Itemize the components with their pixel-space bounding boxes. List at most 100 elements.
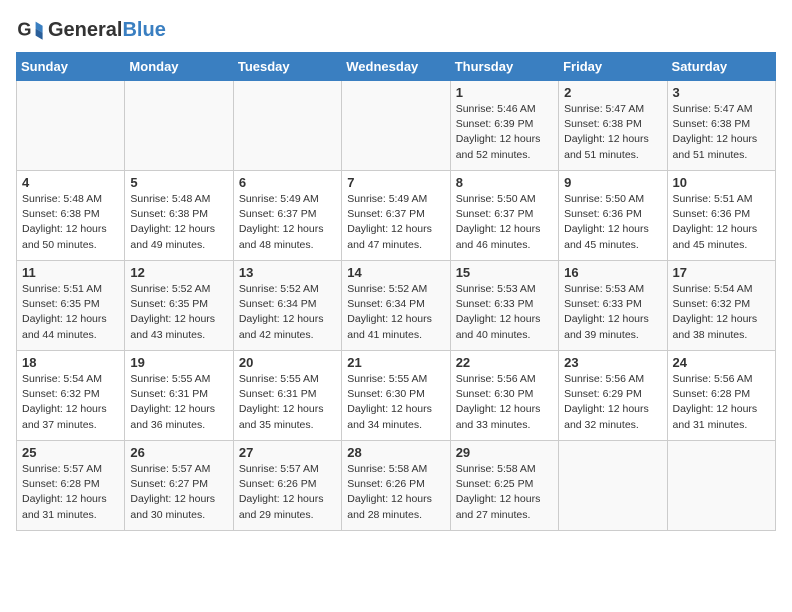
day-info: Sunrise: 5:50 AM Sunset: 6:36 PM Dayligh… [564, 192, 661, 253]
calendar-cell: 24 Sunrise: 5:56 AM Sunset: 6:28 PM Dayli… [667, 351, 775, 441]
day-number: 8 [456, 175, 553, 190]
header-monday: Monday [125, 53, 233, 81]
svg-text:G: G [17, 20, 31, 40]
calendar-cell: 20 Sunrise: 5:55 AM Sunset: 6:31 PM Dayli… [233, 351, 341, 441]
logo-icon: G [16, 16, 44, 44]
header-wednesday: Wednesday [342, 53, 450, 81]
header-thursday: Thursday [450, 53, 558, 81]
calendar-cell: 3 Sunrise: 5:47 AM Sunset: 6:38 PM Daylig… [667, 81, 775, 171]
logo: G GeneralBlue [16, 16, 166, 44]
day-number: 25 [22, 445, 119, 460]
week-row-3: 11Sunrise: 5:51 AM Sunset: 6:35 PM Dayli… [17, 261, 776, 351]
day-number: 1 [456, 85, 553, 100]
calendar-cell: 21Sunrise: 5:55 AM Sunset: 6:30 PM Dayli… [342, 351, 450, 441]
calendar-cell: 5 Sunrise: 5:48 AM Sunset: 6:38 PM Daylig… [125, 171, 233, 261]
day-number: 18 [22, 355, 119, 370]
calendar-cell: 15 Sunrise: 5:53 AM Sunset: 6:33 PM Dayli… [450, 261, 558, 351]
day-info: Sunrise: 5:47 AM Sunset: 6:38 PM Dayligh… [564, 102, 661, 163]
calendar-cell [233, 81, 341, 171]
day-info: Sunrise: 5:48 AM Sunset: 6:38 PM Dayligh… [130, 192, 227, 253]
calendar-cell: 13Sunrise: 5:52 AM Sunset: 6:34 PM Dayli… [233, 261, 341, 351]
day-info: Sunrise: 5:56 AM Sunset: 6:30 PM Dayligh… [456, 372, 553, 433]
calendar-table: SundayMondayTuesdayWednesdayThursdayFrid… [16, 52, 776, 531]
day-info: Sunrise: 5:50 AM Sunset: 6:37 PM Dayligh… [456, 192, 553, 253]
calendar-cell: 9 Sunrise: 5:50 AM Sunset: 6:36 PM Daylig… [559, 171, 667, 261]
calendar-cell: 16 Sunrise: 5:53 AM Sunset: 6:33 PM Dayli… [559, 261, 667, 351]
calendar-cell: 29Sunrise: 5:58 AM Sunset: 6:25 PM Dayli… [450, 441, 558, 531]
day-number: 16 [564, 265, 661, 280]
calendar-cell: 11Sunrise: 5:51 AM Sunset: 6:35 PM Dayli… [17, 261, 125, 351]
day-number: 23 [564, 355, 661, 370]
calendar-cell: 2Sunrise: 5:47 AM Sunset: 6:38 PM Daylig… [559, 81, 667, 171]
day-number: 3 [673, 85, 770, 100]
day-info: Sunrise: 5:46 AM Sunset: 6:39 PM Dayligh… [456, 102, 553, 163]
day-info: Sunrise: 5:56 AM Sunset: 6:29 PM Dayligh… [564, 372, 661, 433]
calendar-cell: 1 Sunrise: 5:46 AM Sunset: 6:39 PM Daylig… [450, 81, 558, 171]
day-number: 15 [456, 265, 553, 280]
day-number: 9 [564, 175, 661, 190]
day-info: Sunrise: 5:55 AM Sunset: 6:31 PM Dayligh… [239, 372, 336, 433]
calendar-cell: 6Sunrise: 5:49 AM Sunset: 6:37 PM Daylig… [233, 171, 341, 261]
calendar-cell: 19Sunrise: 5:55 AM Sunset: 6:31 PM Dayli… [125, 351, 233, 441]
calendar-cell [17, 81, 125, 171]
week-row-5: 25 Sunrise: 5:57 AM Sunset: 6:28 PM Dayli… [17, 441, 776, 531]
day-info: Sunrise: 5:55 AM Sunset: 6:31 PM Dayligh… [130, 372, 227, 433]
day-number: 24 [673, 355, 770, 370]
day-number: 12 [130, 265, 227, 280]
day-number: 20 [239, 355, 336, 370]
calendar-cell [667, 441, 775, 531]
calendar-cell: 26 Sunrise: 5:57 AM Sunset: 6:27 PM Dayli… [125, 441, 233, 531]
day-info: Sunrise: 5:57 AM Sunset: 6:26 PM Dayligh… [239, 462, 336, 523]
day-info: Sunrise: 5:51 AM Sunset: 6:36 PM Dayligh… [673, 192, 770, 253]
day-number: 14 [347, 265, 444, 280]
calendar-cell: 14 Sunrise: 5:52 AM Sunset: 6:34 PM Dayli… [342, 261, 450, 351]
day-info: Sunrise: 5:55 AM Sunset: 6:30 PM Dayligh… [347, 372, 444, 433]
header: G GeneralBlue [16, 16, 776, 44]
day-number: 10 [673, 175, 770, 190]
calendar-cell: 27 Sunrise: 5:57 AM Sunset: 6:26 PM Dayli… [233, 441, 341, 531]
day-number: 5 [130, 175, 227, 190]
day-info: Sunrise: 5:52 AM Sunset: 6:34 PM Dayligh… [239, 282, 336, 343]
day-info: Sunrise: 5:54 AM Sunset: 6:32 PM Dayligh… [673, 282, 770, 343]
header-saturday: Saturday [667, 53, 775, 81]
day-info: Sunrise: 5:49 AM Sunset: 6:37 PM Dayligh… [347, 192, 444, 253]
day-info: Sunrise: 5:49 AM Sunset: 6:37 PM Dayligh… [239, 192, 336, 253]
logo-blue: Blue [122, 19, 165, 41]
calendar-cell [559, 441, 667, 531]
calendar-cell: 12 Sunrise: 5:52 AM Sunset: 6:35 PM Dayli… [125, 261, 233, 351]
day-info: Sunrise: 5:52 AM Sunset: 6:35 PM Dayligh… [130, 282, 227, 343]
day-info: Sunrise: 5:57 AM Sunset: 6:27 PM Dayligh… [130, 462, 227, 523]
day-info: Sunrise: 5:48 AM Sunset: 6:38 PM Dayligh… [22, 192, 119, 253]
day-number: 28 [347, 445, 444, 460]
calendar-cell: 4 Sunrise: 5:48 AM Sunset: 6:38 PM Daylig… [17, 171, 125, 261]
calendar-cell: 25 Sunrise: 5:57 AM Sunset: 6:28 PM Dayli… [17, 441, 125, 531]
header-sunday: Sunday [17, 53, 125, 81]
day-number: 27 [239, 445, 336, 460]
header-tuesday: Tuesday [233, 53, 341, 81]
day-info: Sunrise: 5:53 AM Sunset: 6:33 PM Dayligh… [564, 282, 661, 343]
calendar-cell: 18 Sunrise: 5:54 AM Sunset: 6:32 PM Dayli… [17, 351, 125, 441]
day-info: Sunrise: 5:56 AM Sunset: 6:28 PM Dayligh… [673, 372, 770, 433]
calendar-cell [342, 81, 450, 171]
day-number: 26 [130, 445, 227, 460]
day-info: Sunrise: 5:47 AM Sunset: 6:38 PM Dayligh… [673, 102, 770, 163]
calendar-cell: 8 Sunrise: 5:50 AM Sunset: 6:37 PM Daylig… [450, 171, 558, 261]
day-info: Sunrise: 5:57 AM Sunset: 6:28 PM Dayligh… [22, 462, 119, 523]
day-number: 4 [22, 175, 119, 190]
calendar-cell: 22 Sunrise: 5:56 AM Sunset: 6:30 PM Dayli… [450, 351, 558, 441]
day-number: 7 [347, 175, 444, 190]
calendar-cell: 17Sunrise: 5:54 AM Sunset: 6:32 PM Dayli… [667, 261, 775, 351]
day-number: 22 [456, 355, 553, 370]
day-number: 29 [456, 445, 553, 460]
calendar-cell: 10 Sunrise: 5:51 AM Sunset: 6:36 PM Dayli… [667, 171, 775, 261]
day-info: Sunrise: 5:53 AM Sunset: 6:33 PM Dayligh… [456, 282, 553, 343]
week-row-2: 4 Sunrise: 5:48 AM Sunset: 6:38 PM Daylig… [17, 171, 776, 261]
calendar-cell: 28 Sunrise: 5:58 AM Sunset: 6:26 PM Dayli… [342, 441, 450, 531]
calendar-cell: 23 Sunrise: 5:56 AM Sunset: 6:29 PM Dayli… [559, 351, 667, 441]
day-info: Sunrise: 5:58 AM Sunset: 6:26 PM Dayligh… [347, 462, 444, 523]
logo-general: General [48, 19, 122, 41]
day-info: Sunrise: 5:54 AM Sunset: 6:32 PM Dayligh… [22, 372, 119, 433]
day-info: Sunrise: 5:52 AM Sunset: 6:34 PM Dayligh… [347, 282, 444, 343]
calendar-header: SundayMondayTuesdayWednesdayThursdayFrid… [17, 53, 776, 81]
day-info: Sunrise: 5:51 AM Sunset: 6:35 PM Dayligh… [22, 282, 119, 343]
